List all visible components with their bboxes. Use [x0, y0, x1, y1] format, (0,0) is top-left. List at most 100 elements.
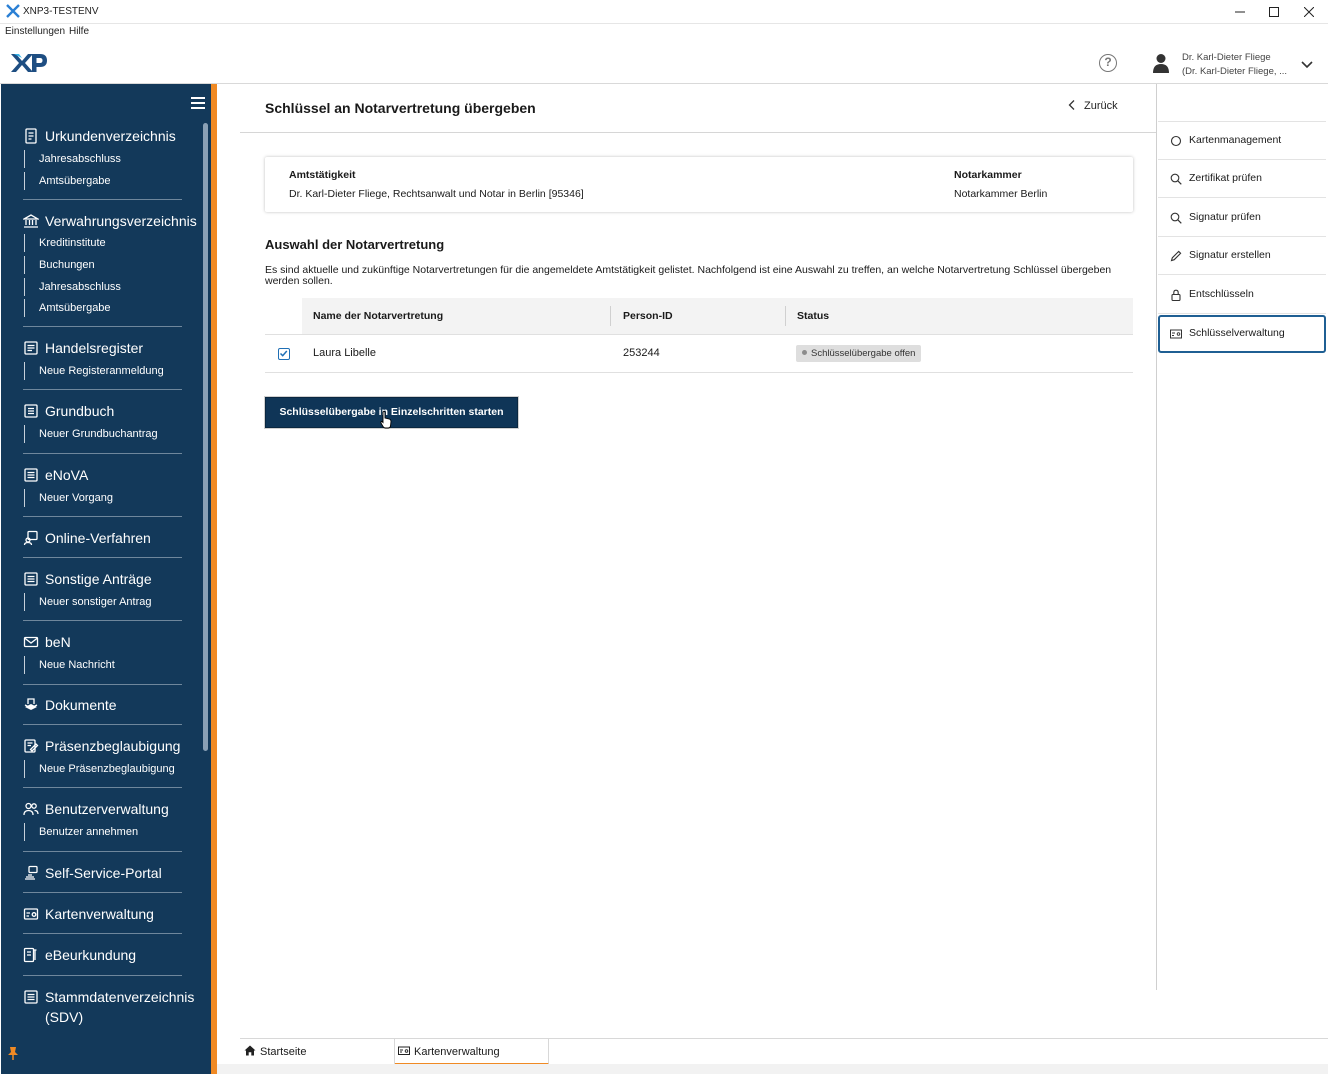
status-badge: Schlüsselübergabe offen	[796, 345, 922, 362]
notarkammer-value: Notarkammer Berlin	[954, 188, 1048, 200]
help-icon[interactable]: ?	[1099, 54, 1117, 72]
sidebar-separator	[23, 787, 182, 788]
sidebar-item-label: Präsenzbeglaubigung	[45, 738, 181, 754]
portal-icon	[23, 865, 39, 881]
card-icon	[1170, 328, 1182, 340]
users-icon	[23, 801, 39, 817]
list-icon	[23, 571, 39, 587]
right-panel-item-schlüsselverwaltung[interactable]: Schlüsselverwaltung	[1158, 315, 1326, 353]
right-panel-item-entschlüsseln[interactable]: Entschlüsseln	[1158, 276, 1326, 314]
right-panel-item-label: Kartenmanagement	[1189, 134, 1282, 146]
cell-person-id: 253244	[623, 347, 660, 359]
sidebar-item-label: Benutzerverwaltung	[45, 801, 169, 817]
sidebar-separator	[23, 975, 182, 976]
bank-icon	[21, 213, 41, 229]
pen-icon	[1170, 250, 1182, 262]
sidebar-item-label: Grundbuch	[45, 403, 115, 419]
cell-name: Laura Libelle	[313, 347, 376, 359]
sidebar-separator	[23, 851, 182, 852]
sidebar-separator	[23, 620, 182, 621]
sidebar-subitem-amtsübergabe[interactable]: Amtsübergabe	[24, 299, 111, 317]
back-link[interactable]: Zurück	[1068, 100, 1118, 112]
menu-einstellungen[interactable]: Einstellungen	[5, 26, 65, 37]
sidebar-separator	[23, 933, 182, 934]
mail-icon	[23, 634, 39, 650]
sidebar-item-label: beN	[45, 634, 71, 650]
sidebar-scrollbar[interactable]	[203, 123, 208, 751]
sidebar-separator	[23, 516, 182, 517]
sidebar-subitem-neuer-vorgang[interactable]: Neuer Vorgang	[24, 489, 113, 507]
sidebar-subitem-neue-präsenzbeglaubigung[interactable]: Neue Präsenzbeglaubigung	[24, 760, 175, 778]
info-card: Amtstätigkeit Dr. Karl-Dieter Fliege, Re…	[265, 157, 1133, 212]
column-header-person-id[interactable]: Person-ID	[623, 310, 673, 322]
close-button[interactable]	[1291, 0, 1327, 24]
right-panel-item-signatur-prüfen[interactable]: Signatur prüfen	[1158, 199, 1326, 237]
page-title: Schlüssel an Notarvertretung übergeben	[265, 100, 536, 116]
status-label: Schlüsselübergabe offen	[811, 348, 916, 359]
sidebar-item-label: Urkundenverzeichnis	[45, 128, 176, 144]
sidebar-separator	[23, 724, 182, 725]
chevron-down-icon[interactable]	[1300, 57, 1314, 69]
sidebar-separator	[23, 199, 182, 200]
masterdata-icon	[23, 989, 39, 1005]
column-header-status[interactable]: Status	[797, 310, 829, 322]
sidebar-subitem-neuer-sonstiger-antrag[interactable]: Neuer sonstiger Antrag	[24, 593, 152, 611]
sidebar-item-label: Handelsregister	[45, 340, 144, 356]
column-header-name[interactable]: Name der Notarvertretung	[313, 310, 443, 322]
register-icon	[23, 340, 39, 356]
right-panel-item-zertifikat-prüfen[interactable]: Zertifikat prüfen	[1158, 160, 1326, 198]
circle-icon	[1170, 135, 1182, 147]
user-avatar-icon[interactable]	[1152, 53, 1170, 73]
sidebar-item-label: Sonstige Anträge	[45, 571, 152, 587]
app-x-icon	[6, 4, 20, 18]
sidebar-separator	[23, 557, 182, 558]
menu-hilfe[interactable]: Hilfe	[69, 26, 89, 37]
home-icon	[244, 1045, 256, 1056]
column-separator	[610, 306, 611, 326]
sidebar-item-label: Stammdatenverzeichnis	[45, 989, 195, 1005]
main-header-divider	[240, 132, 1157, 133]
sidebar-item-label: Dokumente	[45, 697, 117, 713]
section-title: Auswahl der Notarvertretung	[265, 237, 445, 252]
sidebar-item-label-line2: (SDV)	[45, 1009, 84, 1025]
hamburger-menu-icon[interactable]	[191, 97, 205, 109]
documents-icon	[23, 697, 39, 713]
sidebar-subitem-jahresabschluss[interactable]: Jahresabschluss	[24, 278, 121, 296]
user-name[interactable]: Dr. Karl-Dieter Fliege (Dr. Karl-Dieter …	[1182, 51, 1287, 79]
sidebar-item-label: Verwahrungsverzeichnis	[45, 213, 197, 229]
sidebar-subitem-neuer-grundbuchantrag[interactable]: Neuer Grundbuchantrag	[24, 425, 158, 443]
sidebar-subitem-jahresabschluss[interactable]: Jahresabschluss	[24, 150, 121, 168]
tab-kartenverwaltung-label: Kartenverwaltung	[414, 1046, 500, 1058]
right-panel-item-signatur-erstellen[interactable]: Signatur erstellen	[1158, 237, 1326, 275]
sidebar-subitem-kreditinstitute[interactable]: Kreditinstitute	[24, 234, 106, 252]
right-panel-item-kartenmanagement[interactable]: Kartenmanagement	[1158, 122, 1326, 160]
card-icon	[23, 906, 39, 922]
sidebar-accent-bar	[211, 84, 217, 1074]
chevron-left-icon	[1068, 100, 1075, 110]
certify-icon	[23, 738, 39, 754]
sidebar-item-label: eBeurkundung	[45, 947, 137, 963]
pin-icon[interactable]	[7, 1046, 19, 1060]
tab-kartenverwaltung[interactable]: Kartenverwaltung	[395, 1039, 549, 1065]
sidebar-separator	[23, 892, 182, 893]
search-icon	[1170, 173, 1182, 185]
lock-icon	[1170, 289, 1182, 302]
row-checkbox[interactable]	[278, 348, 290, 360]
sidebar-subitem-buchungen[interactable]: Buchungen	[24, 256, 95, 274]
minimize-button[interactable]	[1222, 0, 1258, 24]
status-dot-icon	[802, 350, 807, 355]
sidebar-subitem-amtsübergabe[interactable]: Amtsübergabe	[24, 172, 111, 190]
column-separator	[785, 306, 786, 326]
sidebar-subitem-neue-registeranmeldung[interactable]: Neue Registeranmeldung	[24, 362, 164, 380]
table-row[interactable]: Laura Libelle 253244 Schlüsselübergabe o…	[265, 334, 1133, 373]
sidebar-subitem-benutzer-annehmen[interactable]: Benutzer annehmen	[24, 823, 138, 841]
maximize-button[interactable]	[1256, 0, 1292, 24]
right-panel-item-label: Signatur prüfen	[1189, 211, 1261, 223]
book-icon	[23, 403, 39, 419]
tab-startseite-label: Startseite	[260, 1046, 307, 1058]
back-label: Zurück	[1084, 100, 1118, 112]
sidebar-subitem-neue-nachricht[interactable]: Neue Nachricht	[24, 656, 115, 674]
right-panel-item-label: Schlüsselverwaltung	[1189, 327, 1285, 339]
sidebar-separator	[23, 453, 182, 454]
tab-startseite[interactable]: Startseite	[240, 1039, 395, 1065]
